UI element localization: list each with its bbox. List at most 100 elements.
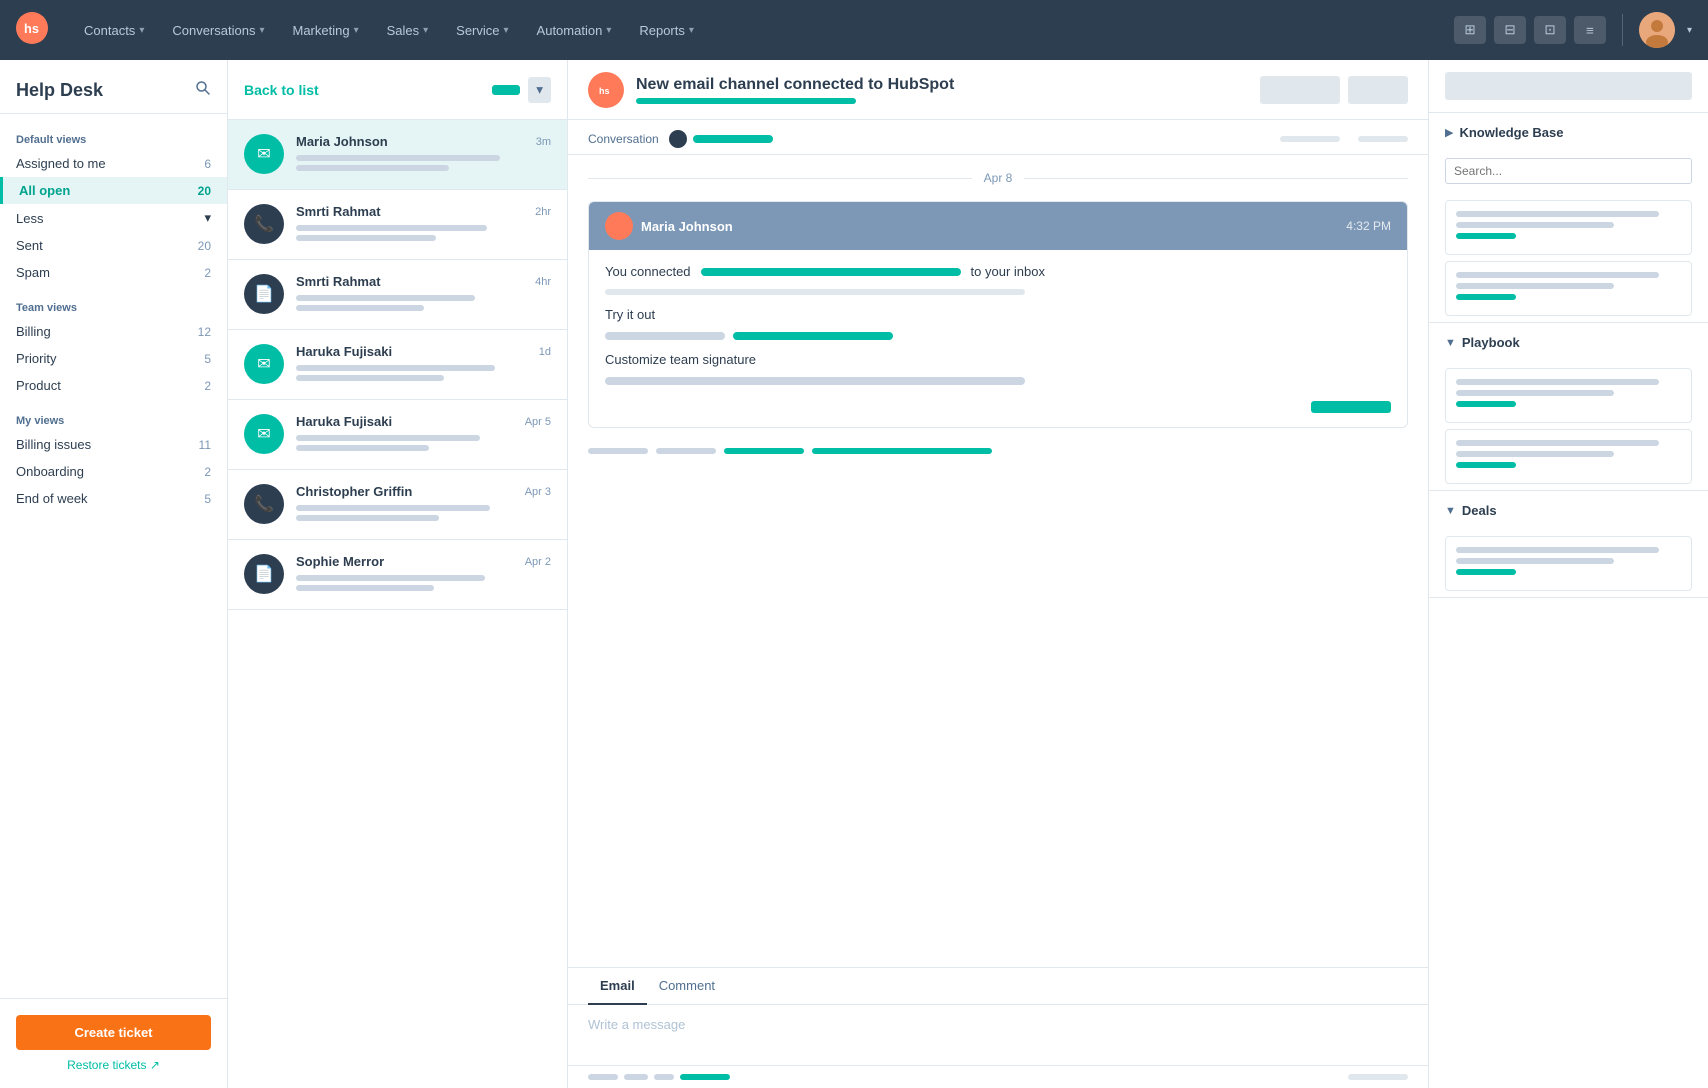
meta-tag (669, 130, 773, 148)
nav-action-btn-3[interactable]: ⊡ (1534, 16, 1566, 44)
hubspot-logo-icon: hs (588, 72, 624, 108)
sidebar-item-all-open[interactable]: All open 20 (0, 177, 227, 204)
compose-tabs: Email Comment (568, 968, 1428, 1005)
conv-time: 2hr (535, 206, 551, 218)
right-panel-btn-1[interactable] (1445, 72, 1569, 100)
nav-items: Contacts ▾ Conversations ▾ Marketing ▾ S… (72, 17, 1454, 44)
nav-item-reports[interactable]: Reports ▾ (627, 17, 706, 44)
playbook-card-1 (1445, 368, 1692, 423)
back-to-list-link[interactable]: Back to list (244, 82, 319, 98)
message-body: You connected to your inbox Try it out (589, 250, 1407, 427)
message-row-3: Customize team signature (605, 352, 1391, 367)
search-button[interactable] (195, 80, 211, 101)
create-ticket-button[interactable]: Create ticket (16, 1015, 211, 1050)
conv-item-smrti-2[interactable]: 📄 Smrti Rahmat 4hr (228, 260, 567, 330)
conv-name: Christopher Griffin (296, 484, 412, 499)
right-panel-btn-2[interactable] (1569, 72, 1693, 100)
avatar-smrti-1: 📞 (244, 204, 284, 244)
conv-item-christopher[interactable]: 📞 Christopher Griffin Apr 3 (228, 470, 567, 540)
conversation-scroll[interactable]: Apr 8 Maria Johnson 4:32 PM You connecte… (568, 155, 1428, 967)
deals-header[interactable]: ▼ Deals (1429, 491, 1708, 530)
conv-item-maria[interactable]: ✉ Maria Johnson 3m (228, 120, 567, 190)
nav-action-btn-2[interactable]: ⊟ (1494, 16, 1526, 44)
tool-icon-1[interactable] (588, 1074, 618, 1080)
conv-item-smrti-1[interactable]: 📞 Smrti Rahmat 2hr (228, 190, 567, 260)
message-action-button[interactable] (1311, 401, 1391, 413)
avatar-maria: ✉ (244, 134, 284, 174)
left-sidebar: Help Desk Default views Assigned to me 6… (0, 60, 228, 1088)
tool-icon-4[interactable] (680, 1074, 730, 1080)
conv-name: Sophie Merror (296, 554, 384, 569)
nav-item-service[interactable]: Service ▾ (444, 17, 520, 44)
nav-item-automation[interactable]: Automation ▾ (525, 17, 624, 44)
knowledge-base-title: Knowledge Base (1459, 125, 1563, 140)
conv-list-header: Back to list ▾ (228, 60, 567, 120)
sidebar-item-billing[interactable]: Billing 12 (0, 318, 227, 345)
status-pill-button[interactable] (492, 85, 520, 95)
right-panel: ▶ Knowledge Base ▼ Playbook (1428, 60, 1708, 1088)
knowledge-base-search-container (1429, 152, 1708, 194)
knowledge-base-search-input[interactable] (1445, 158, 1692, 184)
tab-email[interactable]: Email (588, 968, 647, 1005)
sidebar-item-product[interactable]: Product 2 (0, 372, 227, 399)
sidebar-less-toggle[interactable]: Less ▾ (0, 204, 227, 232)
avatar-chevron-icon[interactable]: ▾ (1687, 25, 1692, 36)
nav-action-btn-1[interactable]: ⊞ (1454, 16, 1486, 44)
action-button-2[interactable] (1348, 76, 1408, 104)
avatar-smrti-2: 📄 (244, 274, 284, 314)
chevron-down-icon: ▾ (204, 210, 211, 226)
conv-item-haruka-2[interactable]: ✉ Haruka Fujisaki Apr 5 (228, 400, 567, 470)
action-button-1[interactable] (1260, 76, 1340, 104)
default-views-label: Default views (0, 126, 227, 150)
tool-icon-3[interactable] (654, 1074, 674, 1080)
nav-item-marketing[interactable]: Marketing ▾ (280, 17, 370, 44)
sidebar-item-spam[interactable]: Spam 2 (0, 259, 227, 286)
conv-item-haruka-1[interactable]: ✉ Haruka Fujisaki 1d (228, 330, 567, 400)
nav-item-conversations[interactable]: Conversations ▾ (160, 17, 276, 44)
sidebar-item-end-of-week[interactable]: End of week 5 (0, 485, 227, 512)
chevron-down-icon: ▾ (504, 25, 509, 36)
tool-icon-2[interactable] (624, 1074, 648, 1080)
hubspot-logo[interactable]: hs (16, 12, 52, 48)
user-avatar[interactable] (1639, 12, 1675, 48)
reply-bar-gray (588, 448, 648, 454)
nav-item-contacts[interactable]: Contacts ▾ (72, 17, 156, 44)
compose-footer (568, 1065, 1428, 1088)
sidebar-item-priority[interactable]: Priority 5 (0, 345, 227, 372)
deals-section: ▼ Deals (1429, 491, 1708, 598)
msg-label-customize: Customize team signature (605, 352, 756, 367)
playbook-header[interactable]: ▼ Playbook (1429, 323, 1708, 362)
msg-label-inbox: to your inbox (971, 264, 1045, 279)
restore-tickets-link[interactable]: Restore tickets ↗ (16, 1058, 211, 1072)
nav-item-sales[interactable]: Sales ▾ (375, 17, 441, 44)
tab-comment[interactable]: Comment (647, 968, 727, 1005)
kb-card-1 (1445, 200, 1692, 255)
sidebar-header: Help Desk (0, 60, 227, 114)
conv-time: 4hr (535, 276, 551, 288)
conversation-title: New email channel connected to HubSpot (636, 76, 1248, 94)
msg-label-tryitout: Try it out (605, 307, 655, 322)
playbook-section: ▼ Playbook (1429, 323, 1708, 491)
date-text: Apr 8 (984, 171, 1013, 185)
nav-action-btn-4[interactable]: ≡ (1574, 16, 1606, 44)
header-actions: ▾ (492, 77, 551, 103)
sidebar-item-onboarding[interactable]: Onboarding 2 (0, 458, 227, 485)
send-button[interactable] (1348, 1074, 1408, 1080)
chevron-down-icon: ▾ (259, 25, 264, 36)
team-views-label: Team views (0, 294, 227, 318)
sidebar-item-billing-issues[interactable]: Billing issues 11 (0, 431, 227, 458)
conversation-header: hs New email channel connected to HubSpo… (568, 60, 1428, 120)
sidebar-item-assigned-to-me[interactable]: Assigned to me 6 (0, 150, 227, 177)
msg-label-connected: You connected (605, 264, 691, 279)
knowledge-base-section: ▶ Knowledge Base (1429, 113, 1708, 323)
avatar-haruka-2: ✉ (244, 414, 284, 454)
conv-name: Maria Johnson (296, 134, 388, 149)
conv-item-sophie[interactable]: 📄 Sophie Merror Apr 2 (228, 540, 567, 610)
message-header: Maria Johnson 4:32 PM (589, 202, 1407, 250)
compose-input[interactable]: Write a message (568, 1005, 1428, 1065)
svg-text:hs: hs (599, 86, 610, 96)
sidebar-item-sent[interactable]: Sent 20 (0, 232, 227, 259)
status-dropdown-button[interactable]: ▾ (528, 77, 551, 103)
conv-body-maria: Maria Johnson 3m (296, 134, 551, 175)
knowledge-base-header[interactable]: ▶ Knowledge Base (1429, 113, 1708, 152)
